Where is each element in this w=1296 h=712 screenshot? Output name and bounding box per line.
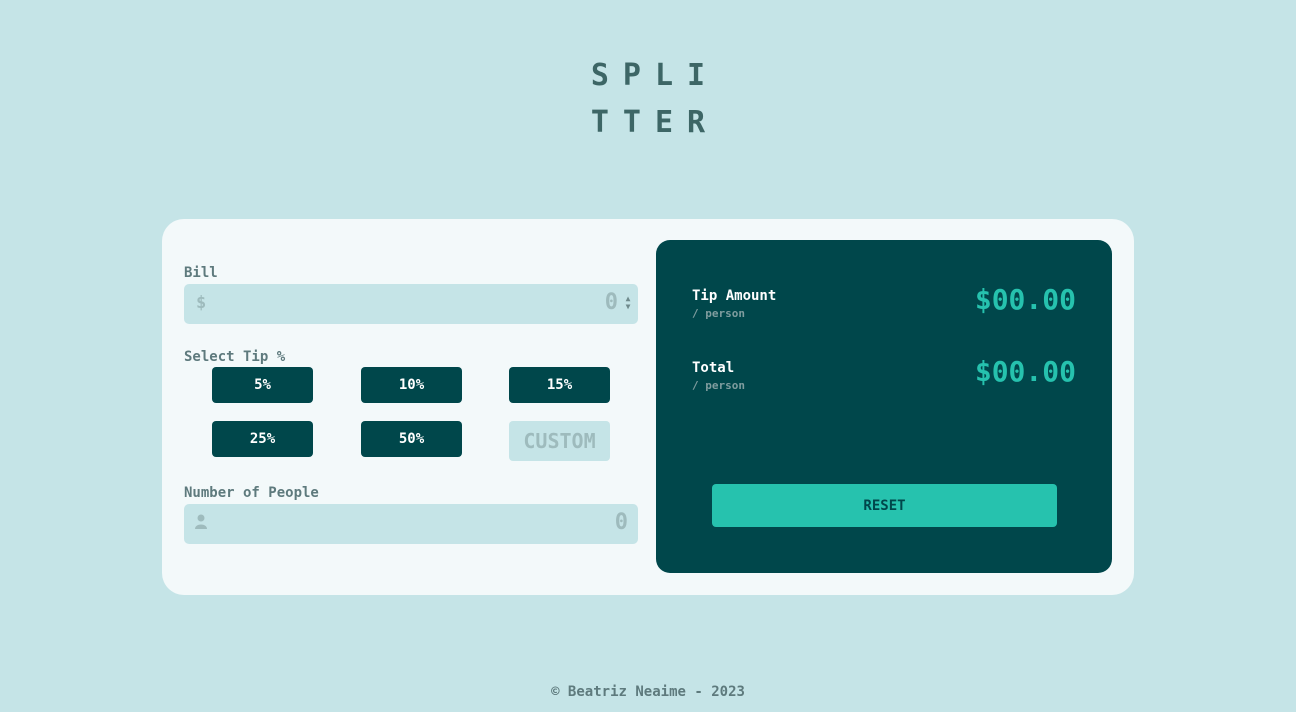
total-sub: / person [692,379,745,392]
tip-25-button[interactable]: 25% [212,421,313,457]
total-title: Total [692,360,735,376]
calculator-card: Bill $ 0 ▲ ▼ Select Tip % 5% 10% 15% 25% … [162,219,1134,595]
tip-amount-title: Tip Amount [692,288,777,304]
people-value: 0 [614,510,628,535]
bill-input[interactable]: $ 0 ▲ ▼ [184,284,638,324]
person-icon [195,514,207,529]
app-logo: SPLI TTER [0,52,1296,146]
tip-50-button[interactable]: 50% [361,421,462,457]
reset-button[interactable]: RESET [712,484,1057,527]
tip-5-button[interactable]: 5% [212,367,313,403]
bill-label: Bill [184,265,218,281]
tip-15-button[interactable]: 15% [509,367,610,403]
tip-label: Select Tip % [184,349,286,365]
dollar-icon: $ [196,293,207,313]
number-spinner[interactable]: ▲ ▼ [624,295,632,313]
tip-amount-value: $00.00 [974,283,1076,316]
people-label: Number of People [184,485,319,501]
results-panel: Tip Amount / person $00.00 Total / perso… [656,240,1112,573]
tip-amount-sub: / person [692,307,745,320]
people-input[interactable]: 0 [184,504,638,544]
total-value: $00.00 [974,355,1076,388]
footer-credit: © Beatriz Neaime - 2023 [551,684,745,700]
logo-line-2: TTER [590,105,720,140]
bill-value: 0 [604,290,618,315]
logo-line-1: SPLI [590,58,720,93]
tip-10-button[interactable]: 10% [361,367,462,403]
tip-custom-input[interactable]: CUSTOM [509,421,610,461]
